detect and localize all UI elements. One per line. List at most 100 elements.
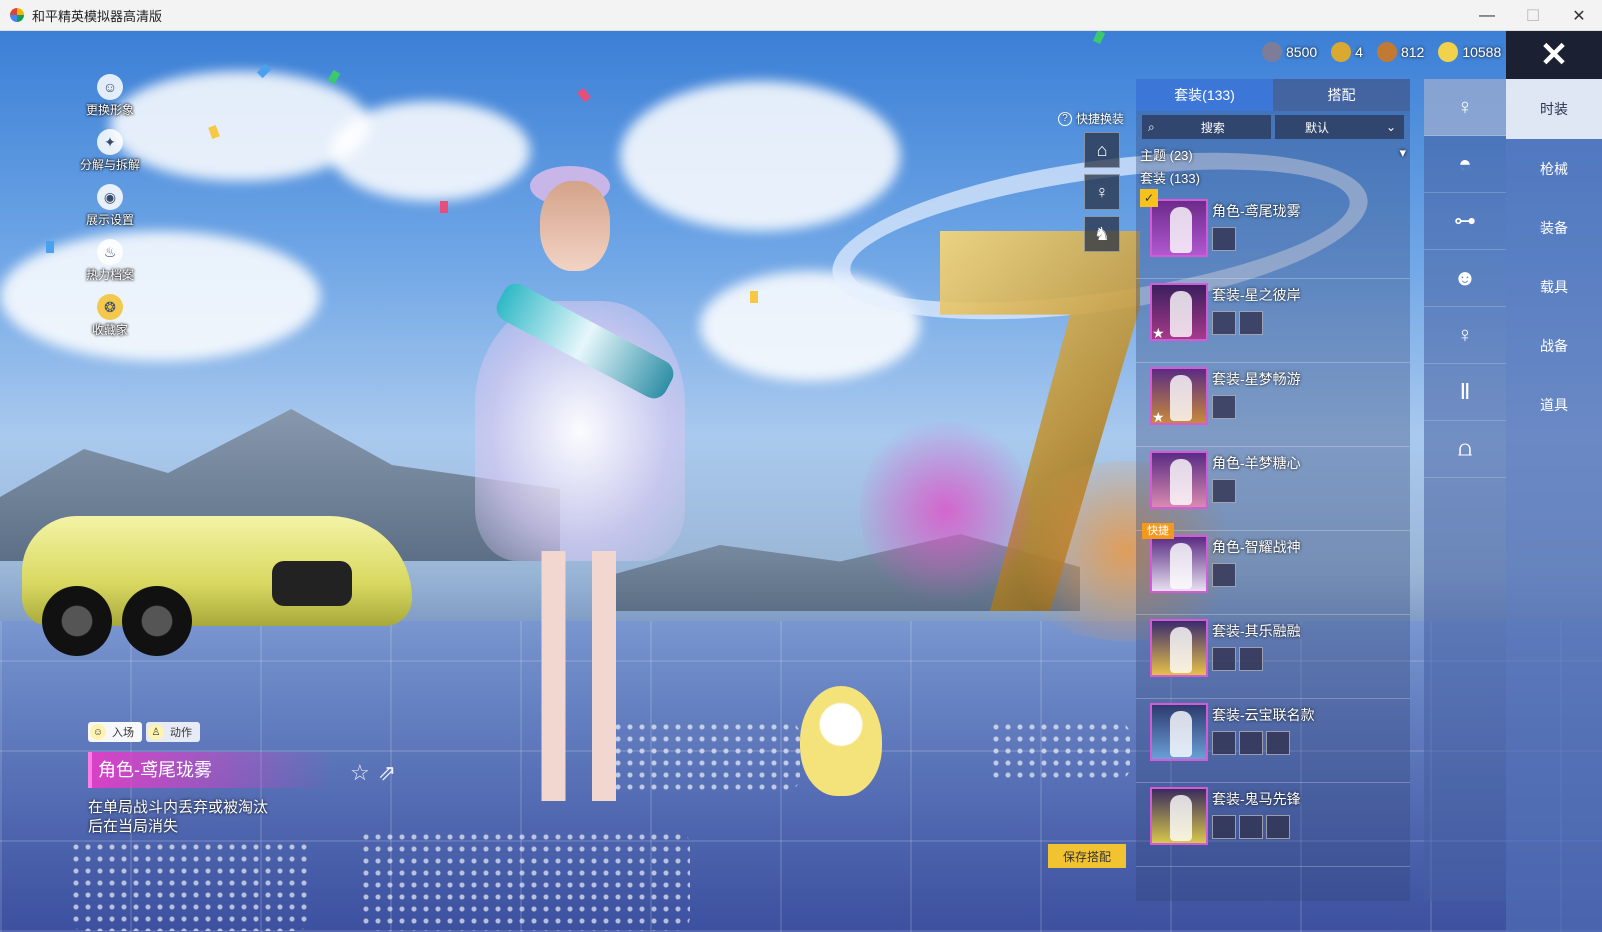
collector-icon: ❂: [96, 294, 123, 320]
outfit-panel: 套装(133) 搭配 ⌕ 搜索 默认 ⌄ 主题 (23) ▾ 套装 (133) …: [1136, 79, 1410, 901]
part-thumbnail[interactable]: [1266, 815, 1290, 839]
maximize-button[interactable]: ☐: [1510, 0, 1556, 31]
character-head: [540, 181, 610, 271]
part-thumbnail[interactable]: [1266, 731, 1290, 755]
outfit-parts: [1212, 395, 1236, 419]
collector-button[interactable]: ❂ 收藏家: [92, 294, 128, 338]
currency-bronze: 812: [1376, 42, 1425, 62]
cap-icon: ◓: [1458, 151, 1472, 176]
tab-fashion[interactable]: 时装: [1506, 79, 1602, 139]
menu-label: 展示设置: [85, 213, 134, 227]
mask-icon: ☻: [1453, 265, 1477, 290]
save-outfit-button[interactable]: 保存搭配: [1048, 844, 1126, 868]
tab-label: 入场: [112, 727, 134, 739]
outfit-tabs: 套装(133) 搭配: [1136, 79, 1410, 111]
part-thumbnail[interactable]: [1212, 395, 1236, 419]
character-model[interactable]: [435, 161, 705, 821]
part-thumbnail[interactable]: [1239, 311, 1263, 335]
quick-change-label: 快捷换装: [1076, 112, 1125, 126]
tab-vehicles[interactable]: 载具: [1506, 257, 1602, 316]
part-thumbnail[interactable]: [1212, 311, 1236, 335]
favorite-star-icon[interactable]: ☆: [350, 760, 370, 786]
tab-suits[interactable]: 套装(133): [1136, 79, 1273, 111]
part-thumbnail[interactable]: [1212, 227, 1236, 251]
outfit-name: 角色-羊梦糖心: [1212, 455, 1301, 471]
theme-filter[interactable]: 主题 (23) ▾: [1140, 145, 1406, 164]
list-item[interactable]: ★ 套装-星梦畅游: [1136, 363, 1410, 447]
outfit-slot-icon[interactable]: ♞: [1084, 216, 1120, 252]
figure-icon: [1170, 459, 1192, 505]
car-grille: [272, 561, 352, 606]
currency-value: 812: [1400, 44, 1425, 60]
tab-entrance[interactable]: ☺ 入场: [88, 722, 142, 742]
help-icon[interactable]: ?: [1058, 111, 1072, 126]
part-thumbnail[interactable]: [1239, 815, 1263, 839]
tab-action[interactable]: ♙ 动作: [146, 722, 200, 742]
slot-top[interactable]: ♀: [1424, 307, 1506, 364]
slot-pants[interactable]: Ⅱ: [1424, 364, 1506, 421]
chevron-down-icon: ⌄: [1385, 120, 1396, 134]
slot-mask[interactable]: ☻: [1424, 250, 1506, 307]
avatar-icon: ☺: [96, 74, 123, 100]
sort-select[interactable]: 默认 ⌄: [1274, 115, 1404, 139]
part-thumbnail[interactable]: [1212, 479, 1236, 503]
outfit-parts: [1212, 563, 1236, 587]
slot-hat[interactable]: ◓: [1424, 136, 1506, 193]
quick-change-header[interactable]: ? 快捷换装: [1058, 110, 1124, 127]
currency-value: 4: [1355, 44, 1363, 60]
chick-pet: [800, 686, 882, 796]
list-item[interactable]: 角色-羊梦糖心: [1136, 447, 1410, 531]
part-thumbnail[interactable]: [1212, 647, 1236, 671]
tab-equipment[interactable]: 装备: [1506, 198, 1602, 257]
list-item[interactable]: ★ 套装-星之彼岸: [1136, 279, 1410, 363]
star-icon: ★: [1152, 409, 1165, 425]
outfit-name: 角色-智耀战神: [1212, 539, 1301, 555]
share-icon[interactable]: ⇗: [378, 760, 396, 786]
list-item[interactable]: 套装-云宝联名款: [1136, 699, 1410, 783]
list-item[interactable]: 套装-鬼马先锋: [1136, 783, 1410, 867]
outfit-name: 套装-星之彼岸: [1212, 287, 1301, 303]
quick-change-slots: ⌂ ♀ ♞: [1084, 132, 1120, 252]
glow-tile: [360, 831, 690, 931]
rank-token-icon: [1331, 42, 1352, 62]
part-thumbnail[interactable]: [1212, 731, 1236, 755]
close-window-button[interactable]: ✕: [1556, 0, 1602, 31]
slot-shoes[interactable]: ⩍: [1424, 421, 1506, 478]
close-panel-button[interactable]: ✕: [1506, 31, 1602, 79]
heat-archive-button[interactable]: ♨ 热力档案: [86, 239, 134, 283]
change-avatar-button[interactable]: ☺ 更换形象: [86, 74, 134, 118]
outfit-thumbnail: [1150, 619, 1208, 677]
slot-figure[interactable]: ♀: [1424, 79, 1506, 136]
equipment-slot-column: ♀ ◓ ⊶ ☻ ♀ Ⅱ ⩍: [1424, 79, 1506, 901]
part-thumbnail[interactable]: [1239, 731, 1263, 755]
outfit-slot-icon[interactable]: ♀: [1084, 174, 1120, 210]
action-icon: ♙: [148, 724, 164, 740]
slot-glasses[interactable]: ⊶: [1424, 193, 1506, 250]
display-settings-button[interactable]: ◉ 展示设置: [86, 184, 134, 228]
decompose-button[interactable]: ✦ 分解与拆解: [80, 129, 140, 173]
figure-icon: [1170, 291, 1192, 337]
tab-gear[interactable]: 战备: [1506, 316, 1602, 375]
list-item[interactable]: 套装-其乐融融: [1136, 615, 1410, 699]
outfit-thumbnail: [1150, 199, 1208, 257]
currency-token: 4: [1331, 42, 1363, 62]
silver-coin-icon: [1262, 42, 1282, 62]
list-item[interactable]: ✓ 角色-鸢尾珑雾: [1136, 189, 1410, 279]
top-icon: ♀: [1456, 322, 1474, 347]
tab-firearms[interactable]: 枪械: [1506, 139, 1602, 198]
list-item[interactable]: 快捷 角色-智耀战神: [1136, 523, 1410, 615]
part-thumbnail[interactable]: [1239, 647, 1263, 671]
search-input[interactable]: ⌕ 搜索: [1142, 115, 1271, 139]
minimize-button[interactable]: —: [1464, 0, 1510, 31]
tab-combos[interactable]: 搭配: [1273, 79, 1410, 111]
part-thumbnail[interactable]: [1212, 563, 1236, 587]
figure-icon: [1170, 375, 1192, 421]
sort-value: 默认: [1304, 120, 1329, 135]
hanger-icon[interactable]: ⌂: [1084, 132, 1120, 168]
current-skin-description: 在单局战斗内丢弃或被淘汰后在当局消失: [88, 799, 269, 835]
figure-icon: ♀: [1456, 94, 1474, 119]
part-thumbnail[interactable]: [1212, 815, 1236, 839]
vehicle-display: [22, 476, 412, 656]
tab-items[interactable]: 道具: [1506, 375, 1602, 434]
scenery-cloud: [110, 71, 370, 181]
